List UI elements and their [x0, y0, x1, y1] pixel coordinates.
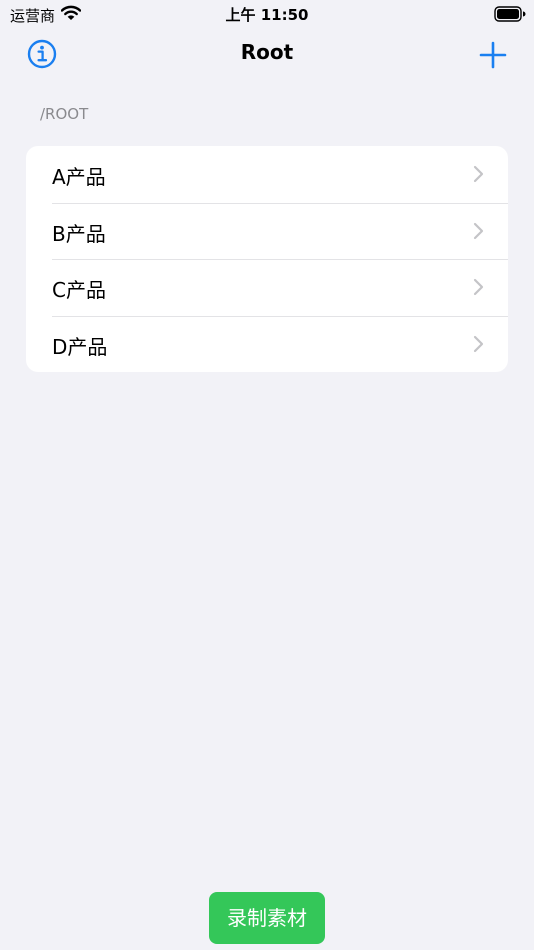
plus-icon[interactable]	[478, 40, 508, 70]
record-material-button[interactable]: 录制素材	[209, 892, 325, 944]
list-item-label: B产品	[52, 221, 106, 246]
chevron-right-icon	[473, 278, 484, 296]
page-title: Root	[240, 40, 294, 64]
chevron-right-icon	[473, 335, 484, 352]
navigation-bar: Root	[0, 28, 534, 80]
battery-icon	[494, 6, 526, 22]
section-header-path: /ROOT	[40, 105, 89, 123]
list-item-label: A产品	[52, 165, 106, 189]
list-item-product-b[interactable]: B产品	[26, 202, 508, 260]
chevron-right-icon	[473, 222, 484, 239]
list-item-product-a[interactable]: A产品	[26, 146, 508, 203]
chevron-right-icon	[473, 165, 484, 183]
product-list: A产品 B产品 C产品 D产品	[26, 146, 508, 372]
list-item-label: D产品	[52, 334, 108, 359]
list-item-product-d[interactable]: D产品	[26, 315, 508, 373]
list-item-product-c[interactable]: C产品	[26, 259, 508, 316]
status-time: 上午 11:50	[225, 6, 309, 24]
status-bar: 运营商 上午 11:50	[0, 0, 534, 28]
list-item-label: C产品	[52, 278, 106, 302]
